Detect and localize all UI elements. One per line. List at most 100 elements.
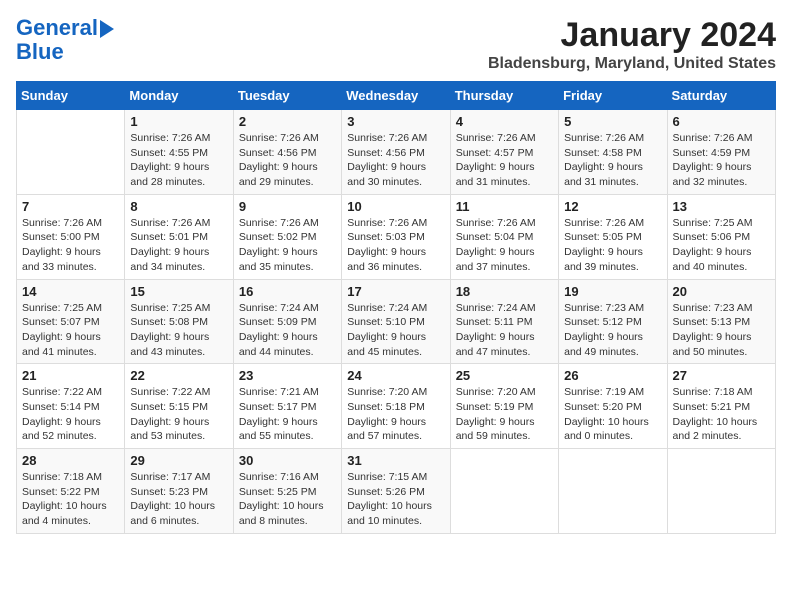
header-day-sunday: Sunday [17, 82, 125, 110]
calendar-week-1: 1 Sunrise: 7:26 AM Sunset: 4:55 PM Daylig… [17, 110, 776, 195]
calendar-cell: 8 Sunrise: 7:26 AM Sunset: 5:01 PM Daylig… [125, 194, 233, 279]
calendar-cell: 15Sunrise: 7:25 AM Sunset: 5:08 PM Dayli… [125, 279, 233, 364]
day-number: 22 [130, 368, 227, 383]
header-day-thursday: Thursday [450, 82, 558, 110]
day-info: Sunrise: 7:26 AM Sunset: 5:04 PM Dayligh… [456, 216, 553, 275]
day-number: 12 [564, 199, 661, 214]
day-info: Sunrise: 7:15 AM Sunset: 5:26 PM Dayligh… [347, 470, 444, 529]
day-info: Sunrise: 7:25 AM Sunset: 5:07 PM Dayligh… [22, 301, 119, 360]
day-info: Sunrise: 7:26 AM Sunset: 5:00 PM Dayligh… [22, 216, 119, 275]
header-day-wednesday: Wednesday [342, 82, 450, 110]
day-number: 20 [673, 284, 770, 299]
day-info: Sunrise: 7:26 AM Sunset: 4:55 PM Dayligh… [130, 131, 227, 190]
day-number: 28 [22, 453, 119, 468]
calendar-cell: 17Sunrise: 7:24 AM Sunset: 5:10 PM Dayli… [342, 279, 450, 364]
calendar-week-3: 14Sunrise: 7:25 AM Sunset: 5:07 PM Dayli… [17, 279, 776, 364]
day-number: 7 [22, 199, 119, 214]
calendar-cell: 26 Sunrise: 7:19 AM Sunset: 5:20 PM Dayli… [559, 364, 667, 449]
calendar-header: SundayMondayTuesdayWednesdayThursdayFrid… [17, 82, 776, 110]
day-info: Sunrise: 7:16 AM Sunset: 5:25 PM Dayligh… [239, 470, 336, 529]
calendar-cell: 29 Sunrise: 7:17 AM Sunset: 5:23 PM Dayli… [125, 449, 233, 534]
header-day-friday: Friday [559, 82, 667, 110]
calendar-cell: 5 Sunrise: 7:26 AM Sunset: 4:58 PM Daylig… [559, 110, 667, 195]
calendar-cell [450, 449, 558, 534]
day-info: Sunrise: 7:26 AM Sunset: 4:58 PM Dayligh… [564, 131, 661, 190]
calendar-week-4: 21Sunrise: 7:22 AM Sunset: 5:14 PM Dayli… [17, 364, 776, 449]
logo: GeneralBlue [16, 16, 114, 64]
calendar-cell: 30 Sunrise: 7:16 AM Sunset: 5:25 PM Dayli… [233, 449, 341, 534]
day-info: Sunrise: 7:17 AM Sunset: 5:23 PM Dayligh… [130, 470, 227, 529]
calendar-cell: 19Sunrise: 7:23 AM Sunset: 5:12 PM Dayli… [559, 279, 667, 364]
day-info: Sunrise: 7:26 AM Sunset: 4:57 PM Dayligh… [456, 131, 553, 190]
day-number: 30 [239, 453, 336, 468]
day-number: 24 [347, 368, 444, 383]
day-info: Sunrise: 7:26 AM Sunset: 5:05 PM Dayligh… [564, 216, 661, 275]
day-number: 26 [564, 368, 661, 383]
day-info: Sunrise: 7:18 AM Sunset: 5:22 PM Dayligh… [22, 470, 119, 529]
day-info: Sunrise: 7:23 AM Sunset: 5:13 PM Dayligh… [673, 301, 770, 360]
day-info: Sunrise: 7:22 AM Sunset: 5:15 PM Dayligh… [130, 385, 227, 444]
calendar-cell: 6 Sunrise: 7:26 AM Sunset: 4:59 PM Daylig… [667, 110, 775, 195]
calendar-cell: 31 Sunrise: 7:15 AM Sunset: 5:26 PM Dayli… [342, 449, 450, 534]
calendar-cell: 9 Sunrise: 7:26 AM Sunset: 5:02 PM Daylig… [233, 194, 341, 279]
calendar-cell: 11 Sunrise: 7:26 AM Sunset: 5:04 PM Dayli… [450, 194, 558, 279]
day-info: Sunrise: 7:20 AM Sunset: 5:19 PM Dayligh… [456, 385, 553, 444]
day-number: 31 [347, 453, 444, 468]
calendar-cell: 28 Sunrise: 7:18 AM Sunset: 5:22 PM Dayli… [17, 449, 125, 534]
calendar-cell [559, 449, 667, 534]
day-number: 27 [673, 368, 770, 383]
day-info: Sunrise: 7:23 AM Sunset: 5:12 PM Dayligh… [564, 301, 661, 360]
day-number: 10 [347, 199, 444, 214]
day-info: Sunrise: 7:21 AM Sunset: 5:17 PM Dayligh… [239, 385, 336, 444]
day-info: Sunrise: 7:26 AM Sunset: 4:56 PM Dayligh… [239, 131, 336, 190]
day-number: 6 [673, 114, 770, 129]
day-number: 1 [130, 114, 227, 129]
day-number: 11 [456, 199, 553, 214]
calendar-cell: 20 Sunrise: 7:23 AM Sunset: 5:13 PM Dayli… [667, 279, 775, 364]
calendar-cell: 23Sunrise: 7:21 AM Sunset: 5:17 PM Dayli… [233, 364, 341, 449]
day-info: Sunrise: 7:26 AM Sunset: 5:01 PM Dayligh… [130, 216, 227, 275]
calendar-cell: 14Sunrise: 7:25 AM Sunset: 5:07 PM Dayli… [17, 279, 125, 364]
calendar-cell: 25 Sunrise: 7:20 AM Sunset: 5:19 PM Dayli… [450, 364, 558, 449]
day-info: Sunrise: 7:24 AM Sunset: 5:11 PM Dayligh… [456, 301, 553, 360]
day-number: 4 [456, 114, 553, 129]
day-number: 3 [347, 114, 444, 129]
day-info: Sunrise: 7:26 AM Sunset: 5:02 PM Dayligh… [239, 216, 336, 275]
day-number: 15 [130, 284, 227, 299]
calendar-cell: 4 Sunrise: 7:26 AM Sunset: 4:57 PM Daylig… [450, 110, 558, 195]
day-info: Sunrise: 7:20 AM Sunset: 5:18 PM Dayligh… [347, 385, 444, 444]
day-number: 9 [239, 199, 336, 214]
month-title: January 2024 [488, 16, 776, 55]
day-number: 13 [673, 199, 770, 214]
day-number: 2 [239, 114, 336, 129]
calendar-cell: 3 Sunrise: 7:26 AM Sunset: 4:56 PM Daylig… [342, 110, 450, 195]
header: GeneralBlue January 2024 Bladensburg, Ma… [16, 16, 776, 73]
header-day-monday: Monday [125, 82, 233, 110]
day-info: Sunrise: 7:18 AM Sunset: 5:21 PM Dayligh… [673, 385, 770, 444]
day-info: Sunrise: 7:26 AM Sunset: 5:03 PM Dayligh… [347, 216, 444, 275]
day-info: Sunrise: 7:19 AM Sunset: 5:20 PM Dayligh… [564, 385, 661, 444]
calendar-cell: 10 Sunrise: 7:26 AM Sunset: 5:03 PM Dayli… [342, 194, 450, 279]
day-info: Sunrise: 7:26 AM Sunset: 4:56 PM Dayligh… [347, 131, 444, 190]
calendar-cell: 22 Sunrise: 7:22 AM Sunset: 5:15 PM Dayli… [125, 364, 233, 449]
day-number: 29 [130, 453, 227, 468]
calendar-cell: 2 Sunrise: 7:26 AM Sunset: 4:56 PM Daylig… [233, 110, 341, 195]
calendar-table: SundayMondayTuesdayWednesdayThursdayFrid… [16, 81, 776, 534]
calendar-cell [667, 449, 775, 534]
day-info: Sunrise: 7:22 AM Sunset: 5:14 PM Dayligh… [22, 385, 119, 444]
day-number: 5 [564, 114, 661, 129]
day-number: 8 [130, 199, 227, 214]
day-info: Sunrise: 7:24 AM Sunset: 5:09 PM Dayligh… [239, 301, 336, 360]
calendar-cell: 16Sunrise: 7:24 AM Sunset: 5:09 PM Dayli… [233, 279, 341, 364]
calendar-week-5: 28 Sunrise: 7:18 AM Sunset: 5:22 PM Dayli… [17, 449, 776, 534]
calendar-cell [17, 110, 125, 195]
title-section: January 2024 Bladensburg, Maryland, Unit… [488, 16, 776, 73]
day-number: 25 [456, 368, 553, 383]
logo-text: GeneralBlue [16, 16, 114, 64]
calendar-cell: 24 Sunrise: 7:20 AM Sunset: 5:18 PM Dayli… [342, 364, 450, 449]
calendar-cell: 1 Sunrise: 7:26 AM Sunset: 4:55 PM Daylig… [125, 110, 233, 195]
calendar-cell: 12 Sunrise: 7:26 AM Sunset: 5:05 PM Dayli… [559, 194, 667, 279]
calendar-cell: 18Sunrise: 7:24 AM Sunset: 5:11 PM Dayli… [450, 279, 558, 364]
day-info: Sunrise: 7:26 AM Sunset: 4:59 PM Dayligh… [673, 131, 770, 190]
location-title: Bladensburg, Maryland, United States [488, 55, 776, 73]
